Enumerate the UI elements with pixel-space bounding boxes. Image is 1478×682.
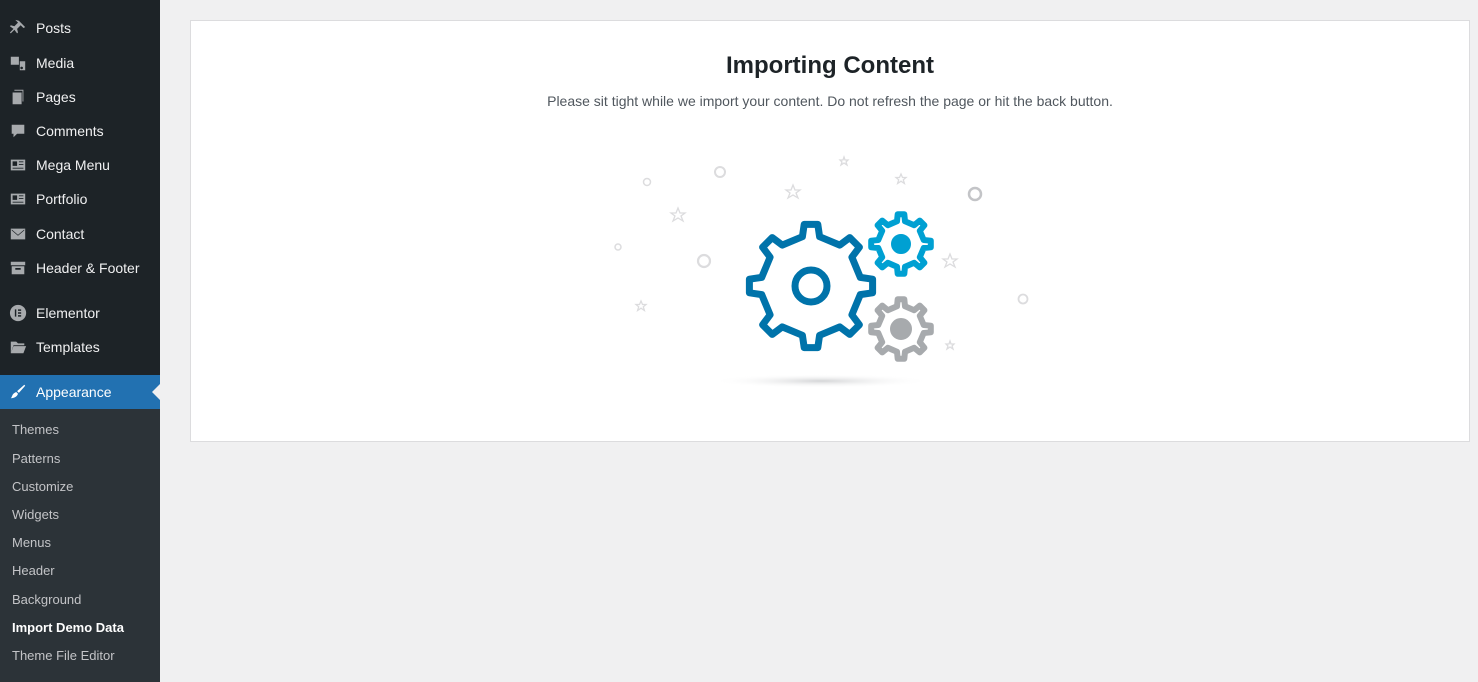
paintbrush-icon [8, 382, 28, 402]
pin-icon [8, 18, 28, 38]
decoration-stars [634, 154, 959, 351]
pages-icon [8, 87, 28, 107]
page-subtitle: Please sit tight while we import your co… [547, 93, 1113, 109]
sidebar-item-pages[interactable]: Pages [0, 80, 160, 114]
gear-small-bottom-hub [890, 318, 912, 340]
sidebar-item-label: Media [36, 55, 75, 71]
sidebar-item-contact[interactable]: Contact [0, 217, 160, 251]
import-panel: Importing Content Please sit tight while… [190, 20, 1470, 442]
submenu-item-background[interactable]: Background [12, 591, 81, 609]
submenu-item-import-demo-data[interactable]: Import Demo Data [12, 619, 124, 637]
sidebar-item-header-footer[interactable]: Header & Footer [0, 251, 160, 285]
sidebar-item-appearance[interactable]: Appearance [0, 375, 160, 409]
appearance-submenu: Themes Patterns Customize Widgets Menus … [0, 409, 160, 682]
gear-large [745, 220, 877, 352]
submenu-item-themes[interactable]: Themes [12, 421, 59, 439]
header-footer-icon [8, 258, 28, 278]
sidebar-item-label: Mega Menu [36, 157, 110, 173]
comments-icon [8, 121, 28, 141]
sidebar-item-comments[interactable]: Comments [0, 114, 160, 148]
admin-sidebar: Posts Media Pages Comments Mega Menu Por… [0, 0, 160, 682]
shadow-ellipse [711, 374, 931, 388]
sidebar-item-elementor[interactable]: Elementor [0, 296, 160, 330]
sidebar-item-label: Posts [36, 20, 72, 36]
submenu-item-widgets[interactable]: Widgets [12, 506, 59, 524]
sidebar-item-label: Templates [36, 339, 100, 355]
submenu-item-header[interactable]: Header [12, 562, 55, 580]
sidebar-item-mega-menu[interactable]: Mega Menu [0, 148, 160, 182]
sidebar-item-label: Header & Footer [36, 260, 140, 276]
sidebar-item-label: Pages [36, 89, 76, 105]
submenu-item-customize[interactable]: Customize [12, 478, 73, 496]
portfolio-icon [8, 189, 28, 209]
sidebar-item-templates[interactable]: Templates [0, 330, 160, 364]
gear-small-top-hub [891, 234, 911, 254]
sidebar-item-label: Appearance [36, 384, 112, 400]
media-icon [8, 53, 28, 73]
gear-small-top [868, 211, 934, 277]
page-title: Importing Content [726, 52, 934, 79]
sidebar-item-label: Portfolio [36, 191, 88, 207]
gear-large-hub [791, 266, 831, 306]
submenu-item-menus[interactable]: Menus [12, 534, 51, 552]
sidebar-item-label: Elementor [36, 305, 100, 321]
mega-menu-icon [8, 155, 28, 175]
sidebar-item-posts[interactable]: Posts [0, 11, 160, 45]
submenu-item-theme-file-editor[interactable]: Theme File Editor [12, 647, 115, 665]
submenu-item-patterns[interactable]: Patterns [12, 450, 60, 468]
folder-icon [8, 337, 28, 357]
sidebar-item-label: Comments [36, 123, 104, 139]
gear-large-outline [745, 220, 877, 352]
sidebar-item-media[interactable]: Media [0, 46, 160, 80]
gear-small-bottom [868, 296, 934, 362]
gears-icon [614, 154, 1029, 388]
elementor-icon [8, 303, 28, 323]
envelope-icon [8, 224, 28, 244]
sidebar-item-label: Contact [36, 226, 85, 242]
sidebar-item-portfolio[interactable]: Portfolio [0, 182, 160, 216]
